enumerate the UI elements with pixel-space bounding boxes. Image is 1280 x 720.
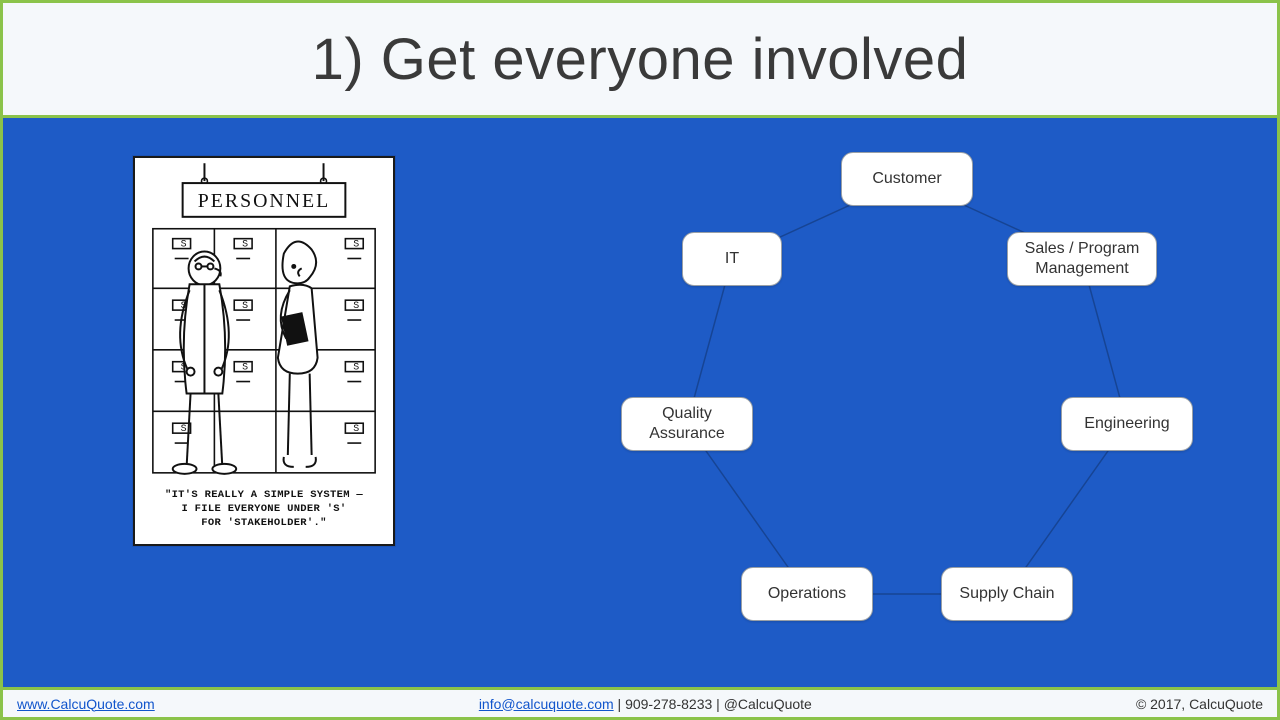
node-it: IT <box>682 232 782 286</box>
caption-line: I FILE EVERYONE UNDER 'S' <box>165 502 363 516</box>
cartoon-caption: "IT'S REALLY A SIMPLE SYSTEM — I FILE EV… <box>157 488 371 537</box>
footer-email-link[interactable]: info@calcuquote.com <box>479 696 614 712</box>
slide-body: PERSONNEL SSS SSS SSS SS <box>3 118 1277 687</box>
node-qa: Quality Assurance <box>621 397 753 451</box>
caption-line: "IT'S REALLY A SIMPLE SYSTEM — <box>165 488 363 502</box>
title-bar: 1) Get everyone involved <box>3 3 1277 118</box>
node-sales: Sales / Program Management <box>1007 232 1157 286</box>
node-engineering: Engineering <box>1061 397 1193 451</box>
cartoon-panel: PERSONNEL SSS SSS SSS SS <box>133 156 395 546</box>
footer-phone: 909-278-8233 <box>625 696 712 712</box>
cartoon-sign-text: PERSONNEL <box>198 190 330 212</box>
node-customer: Customer <box>841 152 973 206</box>
footer-bar: www.CalcuQuote.com info@calcuquote.com |… <box>3 687 1277 717</box>
footer-copyright: © 2017, CalcuQuote <box>1136 696 1263 712</box>
stakeholder-ring: Customer Sales / Program Management Engi… <box>597 124 1217 664</box>
node-supply: Supply Chain <box>941 567 1073 621</box>
slide-title: 1) Get everyone involved <box>312 26 969 93</box>
cartoon-graphic: PERSONNEL SSS SSS SSS SS <box>135 158 393 488</box>
caption-line: FOR 'STAKEHOLDER'." <box>165 516 363 530</box>
footer-website-link[interactable]: www.CalcuQuote.com <box>17 696 155 712</box>
node-operations: Operations <box>741 567 873 621</box>
footer-separator: | <box>716 696 724 712</box>
footer-separator: | <box>618 696 626 712</box>
footer-twitter: @CalcuQuote <box>724 696 812 712</box>
